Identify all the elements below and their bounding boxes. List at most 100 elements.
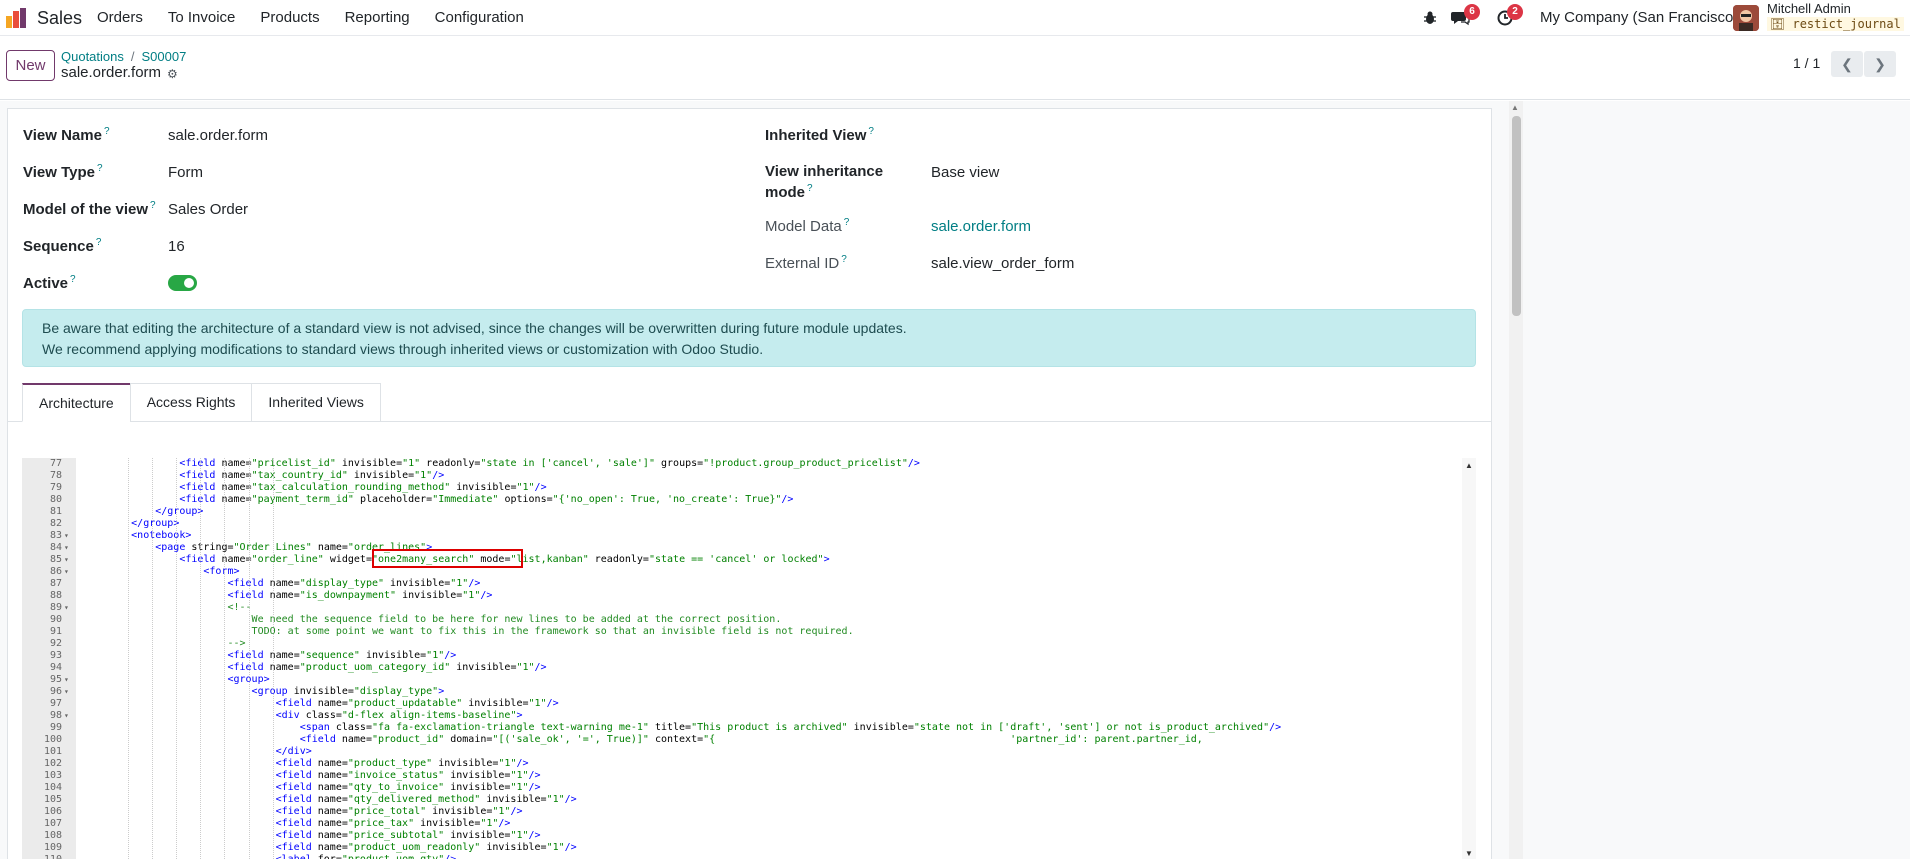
line-number: 85 [49,554,62,565]
menu-to-invoice[interactable]: To Invoice [168,9,236,26]
menu-orders[interactable]: Orders [97,9,143,26]
code-line[interactable]: 89 ▾ <!-- [22,602,1477,614]
code-line[interactable]: 98 ▾ <div class="d-flex align-items-baseli… [22,710,1477,722]
inheritance-mode-field[interactable]: Base view [931,164,999,181]
help-icon[interactable]: ? [868,126,874,137]
code-text: <field name="is_downpayment" invisible="… [227,590,493,601]
breadcrumb-separator: / [130,49,135,64]
menu-reporting[interactable]: Reporting [345,9,410,26]
help-icon[interactable]: ? [150,200,156,211]
code-line[interactable]: 81 </group> [22,506,1477,518]
editor-scroll-down-icon[interactable]: ▼ [1465,849,1473,858]
code-text: <field name="price_subtotal" invisible="… [275,830,541,841]
help-icon[interactable]: ? [841,254,847,265]
code-line[interactable]: 95 ▾ <group> [22,674,1477,686]
editor-scrollbar[interactable] [1462,458,1476,859]
code-line[interactable]: 80 <field name="payment_term_id" placehol… [22,494,1477,506]
code-line[interactable]: 96 ▾ <group invisible="display_type"> [22,686,1477,698]
code-line[interactable]: 97 <field name="product_updatable" invisi… [22,698,1477,710]
code-line[interactable]: 101 </div> [22,746,1477,758]
tab-inherited-views[interactable]: Inherited Views [251,383,381,422]
code-line[interactable]: 77 <field name="pricelist_id" invisible="… [22,458,1477,470]
scroll-up-arrow[interactable]: ▲ [1511,103,1519,112]
code-line[interactable]: 88 <field name="is_downpayment" invisible… [22,590,1477,602]
inherited-view-label: Inherited View? [765,126,874,144]
user-name[interactable]: Mitchell Admin [1767,1,1851,16]
line-number: 97 [49,698,62,709]
code-line[interactable]: 90 We need the sequence field to be here … [22,614,1477,626]
line-number: 83 [49,530,62,541]
code-line[interactable]: 99 <span class="fa fa-exclamation-triangl… [22,722,1477,734]
line-number: 91 [49,626,62,637]
code-line[interactable]: 94 <field name="product_uom_category_id" … [22,662,1477,674]
sequence-field[interactable]: 16 [168,238,185,255]
code-line[interactable]: 83 ▾ <notebook> [22,530,1477,542]
fold-arrow-icon[interactable]: ▾ [64,674,69,686]
code-line[interactable]: 104 <field name="qty_to_invoice" invisibl… [22,782,1477,794]
code-line[interactable]: 92 --> [22,638,1477,650]
highlight-box [372,549,523,568]
view-type-field[interactable]: Form [168,164,203,181]
menu-configuration[interactable]: Configuration [435,9,524,26]
pager-value[interactable]: 1 / 1 [1793,55,1820,71]
fold-arrow-icon[interactable]: ▾ [64,554,69,566]
line-number: 90 [49,614,62,625]
help-icon[interactable]: ? [104,126,110,137]
help-icon[interactable]: ? [844,217,850,228]
code-line[interactable]: 82 </group> [22,518,1477,530]
active-toggle[interactable] [168,275,197,291]
code-line[interactable]: 86 ▾ <form> [22,566,1477,578]
help-icon[interactable]: ? [96,237,102,248]
gear-icon[interactable]: ⚙ [167,67,178,81]
code-line[interactable]: 106 <field name="price_total" invisible="… [22,806,1477,818]
breadcrumb-quotations[interactable]: Quotations [61,49,124,64]
code-line[interactable]: 93 <field name="sequence" invisible="1"/> [22,650,1477,662]
fold-arrow-icon[interactable]: ▾ [64,686,69,698]
code-text: <field name="product_uom_category_id" in… [227,662,547,673]
code-line[interactable]: 91 TODO: at some point we want to fix thi… [22,626,1477,638]
user-avatar[interactable] [1733,5,1759,31]
breadcrumb-order[interactable]: S00007 [142,49,187,64]
line-number: 106 [43,806,62,817]
code-line[interactable]: 110 <label for="product_uom_qty"/> [22,854,1477,859]
code-line[interactable]: 84 ▾ <page string="Order Lines" name="orde… [22,542,1477,554]
new-button[interactable]: New [6,50,55,81]
help-icon[interactable]: ? [97,163,103,174]
tab-architecture[interactable]: Architecture [22,383,131,422]
code-line[interactable]: 109 <field name="product_uom_readonly" in… [22,842,1477,854]
fold-arrow-icon[interactable]: ▾ [64,530,69,542]
app-name[interactable]: Sales [37,8,82,29]
code-line[interactable]: 78 <field name="tax_country_id" invisible… [22,470,1477,482]
code-line[interactable]: 85 ▾ <field name="order_line" widget="one2… [22,554,1477,566]
code-line[interactable]: 79 <field name="tax_calculation_rounding_… [22,482,1477,494]
fold-arrow-icon[interactable]: ▾ [64,602,69,614]
code-line[interactable]: 105 <field name="qty_delivered_method" in… [22,794,1477,806]
bug-icon[interactable] [1421,10,1439,26]
fold-arrow-icon[interactable]: ▾ [64,542,69,554]
code-line[interactable]: 102 <field name="product_type" invisible=… [22,758,1477,770]
model-field[interactable]: Sales Order [168,201,248,218]
fold-arrow-icon[interactable]: ▾ [64,710,69,722]
code-line[interactable]: 107 <field name="price_tax" invisible="1"… [22,818,1477,830]
code-line[interactable]: 103 <field name="invoice_status" invisibl… [22,770,1477,782]
editor-scroll-up-icon[interactable]: ▲ [1465,461,1473,470]
code-line[interactable]: 87 <field name="display_type" invisible="… [22,578,1477,590]
external-id-field: sale.view_order_form [931,255,1075,272]
view-name-field[interactable]: sale.order.form [168,127,268,144]
page-scrollbar-thumb[interactable] [1512,116,1521,316]
sales-app-icon[interactable] [6,8,28,28]
tab-access-rights[interactable]: Access Rights [129,383,253,422]
code-line[interactable]: 100 <field name="product_id" domain="[('s… [22,734,1477,746]
pager-previous-button[interactable]: ❮ [1831,51,1863,77]
company-switcher[interactable]: My Company (San Francisco) [1540,9,1738,26]
model-data-link[interactable]: sale.order.form [931,218,1031,235]
code-editor[interactable]: 77 <field name="pricelist_id" invisible="… [22,458,1477,859]
main-menu: Orders To Invoice Products Reporting Con… [97,9,549,26]
menu-products[interactable]: Products [260,9,319,26]
help-icon[interactable]: ? [70,274,76,285]
pager-next-button[interactable]: ❯ [1864,51,1896,77]
code-line[interactable]: 108 <field name="price_subtotal" invisibl… [22,830,1477,842]
help-icon[interactable]: ? [807,183,813,194]
fold-arrow-icon[interactable]: ▾ [64,566,69,578]
line-number: 109 [43,842,62,853]
